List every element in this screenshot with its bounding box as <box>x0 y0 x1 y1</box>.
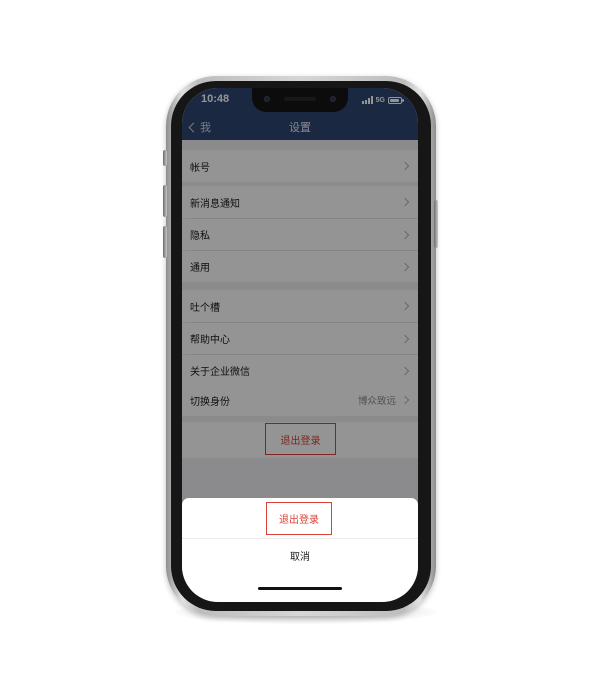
volume-down-button <box>163 226 167 258</box>
cancel-button[interactable]: 取消 <box>182 540 418 570</box>
power-button <box>434 200 438 248</box>
phone-screen: 10:48 5G 我 设置 帐号 新消息通知 隐私 通用 吐个槽 帮助中心 关于… <box>182 88 418 602</box>
home-indicator[interactable] <box>258 587 342 590</box>
action-sheet: 退出登录 取消 <box>182 498 418 602</box>
volume-up-button <box>163 185 167 217</box>
mockup-stage: 10:48 5G 我 设置 帐号 新消息通知 隐私 通用 吐个槽 帮助中心 关于… <box>0 0 600 680</box>
mute-switch <box>163 150 167 166</box>
sheet-divider <box>182 538 418 539</box>
confirm-logout-button[interactable]: 退出登录 <box>266 502 332 535</box>
